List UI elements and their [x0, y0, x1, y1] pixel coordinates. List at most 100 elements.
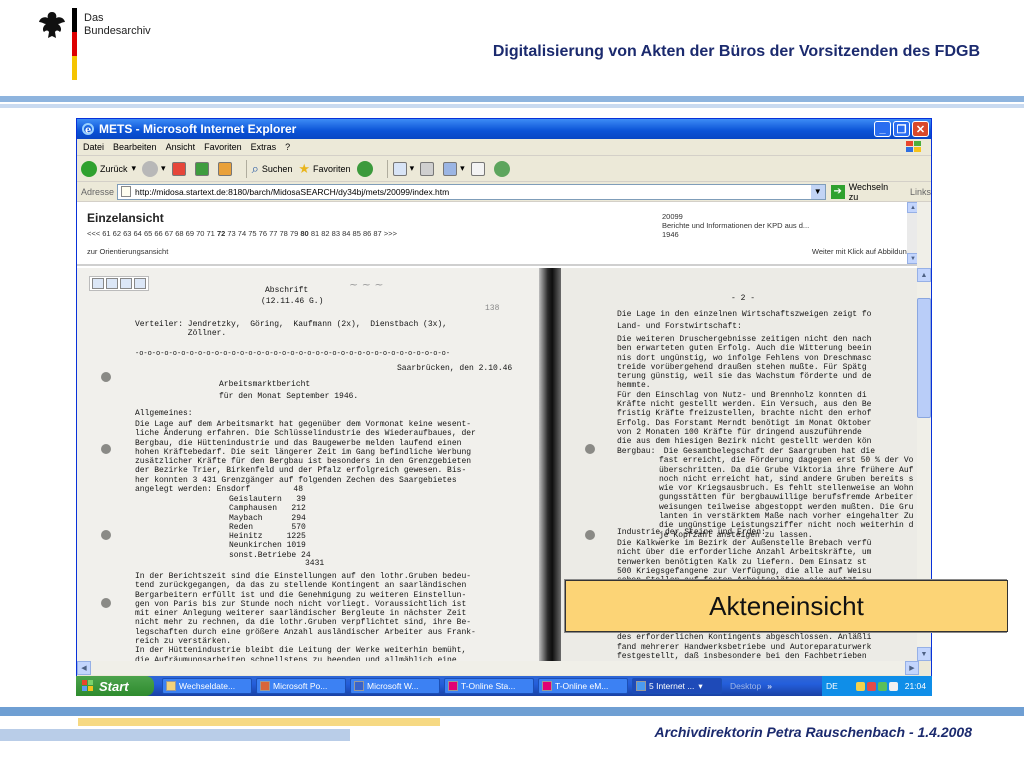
chevron-down-icon[interactable]: ▾: [161, 163, 166, 174]
image-toolbar: [89, 276, 149, 291]
discuss-button[interactable]: [470, 161, 488, 176]
taskbar-item[interactable]: Microsoft W...: [350, 678, 440, 694]
toolbar-separator: [245, 159, 247, 178]
footer-band: [0, 707, 1024, 716]
t-online-mail-icon: [542, 681, 552, 691]
desktop-toolbar-label[interactable]: Desktop: [730, 681, 761, 691]
archive-page-mark: 138: [485, 304, 500, 313]
page-navigation: <<< 61 62 63 64 65 66 67 68 69 70 71 72 …: [87, 229, 397, 238]
messenger-icon: [493, 160, 510, 177]
horizontal-scrollbar[interactable]: ◀ ▶: [77, 661, 919, 675]
taskbar-item[interactable]: Wechseldate...: [162, 678, 252, 694]
folder-icon[interactable]: [134, 278, 146, 289]
system-tray: DE 21:04: [822, 676, 932, 696]
mail-image-icon[interactable]: [120, 278, 132, 289]
prev-pages-link[interactable]: <<<: [87, 229, 100, 238]
toolbar-separator: [386, 159, 388, 178]
forward-button[interactable]: ▾: [142, 160, 166, 177]
taskbar-item[interactable]: T-Online eM...: [538, 678, 628, 694]
slide-title: Digitalisierung von Akten der Büros der …: [492, 43, 980, 60]
section-mining: Bergbau:: [617, 447, 656, 456]
page-links-before[interactable]: 61 62 63 64 65 66 67 68 69 70 71: [102, 229, 215, 238]
menu-tools[interactable]: Extras: [251, 142, 277, 152]
chevron-down-icon[interactable]: ▾: [132, 163, 137, 174]
go-button[interactable]: ➔ Wechseln zu: [830, 182, 900, 202]
mets-header: Einzelansicht <<< 61 62 63 64 65 66 67 6…: [77, 202, 919, 266]
maximize-button[interactable]: ❐: [893, 121, 910, 137]
print-button[interactable]: [420, 161, 437, 176]
favorites-button[interactable]: ★ Favoriten: [298, 161, 350, 177]
footer-band-light: [0, 729, 350, 741]
menu-file[interactable]: Datei: [83, 142, 104, 152]
section-general: Allgemeines:: [135, 409, 193, 418]
window-titlebar[interactable]: e METS - Microsoft Internet Explorer _ ❐…: [77, 119, 931, 139]
punch-hole: [101, 444, 111, 454]
back-label: Zurück: [100, 163, 128, 174]
address-label: Adresse: [81, 186, 115, 197]
scroll-up-icon[interactable]: ▲: [917, 268, 931, 282]
print-image-icon[interactable]: [106, 278, 118, 289]
back-button[interactable]: Zurück ▾: [81, 160, 137, 177]
chevron-down-icon[interactable]: ▾: [698, 681, 702, 692]
menu-help[interactable]: ?: [285, 142, 290, 152]
page-links-after[interactable]: 81 82 83 84 85 86 87: [311, 229, 382, 238]
start-button[interactable]: Start: [76, 676, 154, 696]
orientation-link[interactable]: zur Orientierungsansicht: [87, 247, 168, 256]
page-links-middle[interactable]: 73 74 75 76 77 78 79: [227, 229, 298, 238]
akteneinsicht-callout: Akteneinsicht: [564, 579, 1008, 633]
menu-edit[interactable]: Bearbeiten: [113, 142, 157, 152]
discuss-icon: [470, 161, 485, 176]
language-indicator[interactable]: DE: [826, 681, 838, 691]
refresh-button[interactable]: [194, 161, 212, 176]
tray-icon[interactable]: [888, 681, 898, 691]
taskbar-item[interactable]: Microsoft Po...: [256, 678, 346, 694]
chevron-down-icon[interactable]: ▾: [460, 163, 465, 174]
address-bar: Adresse http://midosa.startext.de:8180/b…: [77, 182, 931, 202]
doc-header-copy: Abschrift: [265, 286, 309, 295]
federal-eagle-icon: [39, 12, 65, 38]
logo-line-2: Bundesarchiv: [84, 25, 151, 37]
tray-icon[interactable]: [855, 681, 865, 691]
taskbar-item[interactable]: T-Online Sta...: [444, 678, 534, 694]
punch-hole: [101, 372, 111, 382]
favorites-label: Favoriten: [313, 163, 351, 174]
menu-view[interactable]: Ansicht: [166, 142, 196, 152]
dash-line: -o-o-o-o-o-o-o-o-o-o-o-o-o-o-o-o-o-o-o-o…: [135, 350, 451, 358]
window-title: METS - Microsoft Internet Explorer: [99, 122, 297, 136]
chevron-right-icon[interactable]: »: [767, 681, 772, 691]
minimize-button[interactable]: _: [874, 121, 891, 137]
tray-icon[interactable]: [877, 681, 887, 691]
search-button[interactable]: ⌕ Suchen: [252, 161, 293, 177]
edit-button[interactable]: ▾: [443, 161, 465, 176]
home-button[interactable]: [217, 161, 235, 176]
close-button[interactable]: ✕: [912, 121, 929, 137]
scroll-left-icon[interactable]: ◀: [77, 661, 91, 675]
view-heading: Einzelansicht: [87, 211, 164, 225]
taskbar-item-active[interactable]: 5 Internet ... ▾: [632, 678, 722, 694]
scroll-thumb[interactable]: [917, 298, 931, 418]
tray-icon[interactable]: [866, 681, 876, 691]
mines-list: Geislautern 39 Camphausen 212 Maybach 29…: [229, 495, 311, 560]
history-button[interactable]: [356, 160, 376, 177]
standard-toolbar: Zurück ▾ ▾ ⌕ Suchen ★ Favoriten ▾ ▾: [77, 156, 931, 182]
binding-spine: [539, 268, 561, 661]
report-title: Arbeitsmarktbericht: [219, 380, 311, 389]
address-input[interactable]: http://midosa.startext.de:8180/barch/Mid…: [117, 183, 826, 200]
presentation-slide: Das Bundesarchiv Digitalisierung von Akt…: [0, 0, 1024, 768]
stop-button[interactable]: [171, 161, 189, 176]
document-info: 20099 Berichte und Informationen der KPD…: [662, 212, 809, 239]
powerpoint-icon: [260, 681, 270, 691]
scroll-down-icon[interactable]: ▼: [917, 647, 931, 661]
next-pages-link[interactable]: >>>: [384, 229, 397, 238]
scroll-right-icon[interactable]: ▶: [905, 661, 919, 675]
save-image-icon[interactable]: [92, 278, 104, 289]
page-link-bold[interactable]: 72: [217, 229, 225, 238]
messenger-button[interactable]: [493, 160, 513, 177]
links-button[interactable]: Links: [910, 187, 931, 197]
mail-button[interactable]: ▾: [392, 161, 415, 176]
menu-favorites[interactable]: Favoriten: [204, 142, 242, 152]
chevron-down-icon[interactable]: ▼: [810, 184, 825, 199]
star-icon: ★: [298, 160, 311, 176]
chevron-down-icon[interactable]: ▾: [410, 163, 415, 174]
pencil-annotation: ~ ~ ~: [349, 278, 384, 291]
